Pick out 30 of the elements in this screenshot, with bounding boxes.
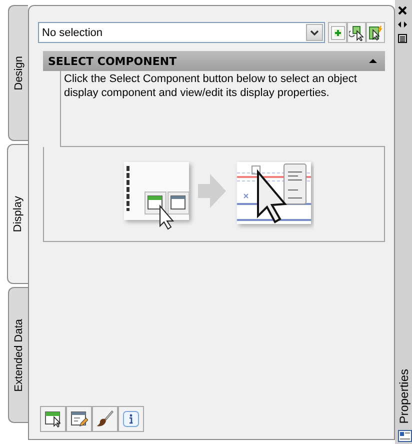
quick-select-button[interactable] — [366, 22, 385, 43]
chevron-down-icon — [310, 30, 319, 36]
window-pencil-icon — [70, 410, 88, 428]
dropdown-value: No selection — [42, 26, 103, 38]
cursor-select-icon — [348, 24, 364, 40]
palette-menu-button[interactable] — [398, 34, 407, 43]
side-tab[interactable]: Extended Data — [8, 287, 28, 423]
side-tab[interactable]: Design — [8, 5, 28, 141]
side-tab[interactable]: Display — [7, 144, 28, 284]
close-button[interactable] — [398, 6, 407, 15]
component-cursor-icon — [44, 410, 62, 428]
select-component-button[interactable] — [40, 406, 66, 432]
close-icon — [398, 6, 407, 15]
collapse-icon — [369, 59, 377, 63]
section-header[interactable]: SELECT COMPONENT — [43, 51, 385, 71]
properties-palette-icon — [398, 430, 412, 442]
brush-icon — [96, 410, 114, 428]
edit-display-button[interactable] — [66, 406, 92, 432]
cursor-lightning-icon — [368, 24, 384, 40]
info-icon — [122, 410, 140, 428]
left-right-arrows-icon — [398, 21, 407, 28]
paint-button[interactable] — [92, 406, 118, 432]
add-button[interactable] — [328, 22, 347, 43]
select-objects-button[interactable] — [347, 22, 366, 43]
section-description: Click the Select Component button below to select an object display component and view/edit its display properties. — [60, 71, 385, 147]
add-icon — [330, 24, 346, 40]
auto-hide-button[interactable] — [398, 21, 407, 28]
palette-title: Properties — [398, 369, 411, 424]
menu-icon — [398, 34, 407, 43]
component-dropdown[interactable]: No selection — [38, 22, 325, 43]
